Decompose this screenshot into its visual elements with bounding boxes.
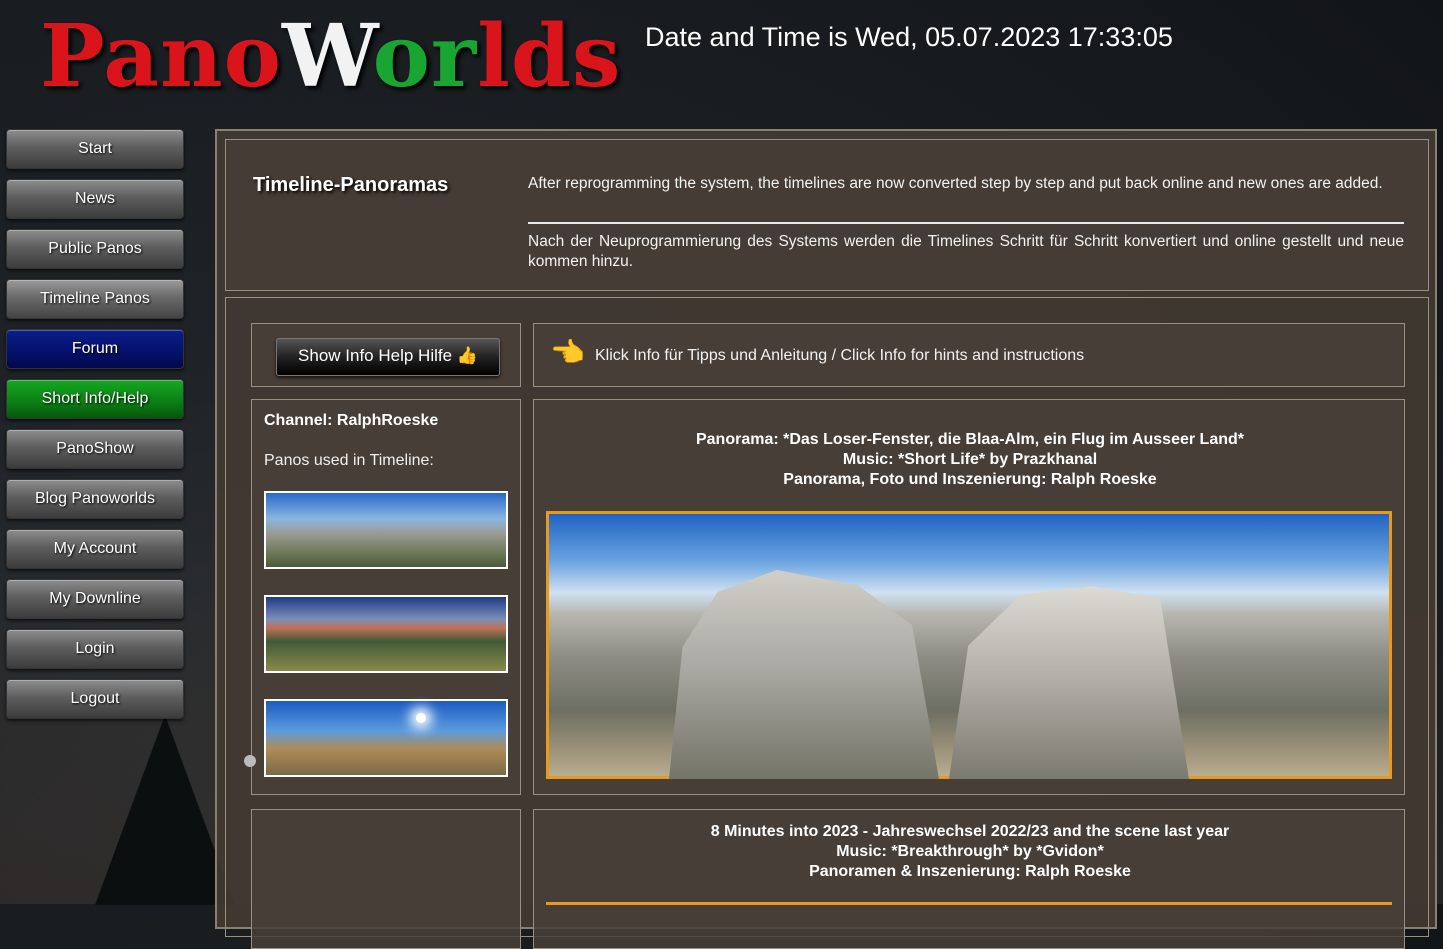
nav-public-panos[interactable]: Public Panos [6, 229, 184, 269]
panorama-music: Music: *Breakthrough* by *Gvidon* [836, 843, 1104, 860]
sidebar-nav: Start News Public Panos Timeline Panos F… [6, 129, 184, 729]
panorama-image-top-edge[interactable] [546, 902, 1392, 910]
logo-part-lds: lds [477, 6, 622, 107]
pano-thumbnail[interactable] [264, 491, 508, 569]
channel-panel: Channel: RalphRoeske Panos used in Timel… [251, 399, 521, 795]
nav-login[interactable]: Login [6, 629, 184, 669]
logo-part-pano: Pano [40, 6, 282, 107]
nav-timeline-panos[interactable]: Timeline Panos [6, 279, 184, 319]
sun-glare [416, 713, 426, 723]
panorama-panel-2: 8 Minutes into 2023 - Jahreswechsel 2022… [533, 809, 1405, 949]
info-button-panel: Show Info Help Hilfe 👍 [251, 323, 521, 387]
header-divider [528, 222, 1404, 224]
header-text-de: Nach der Neuprogrammierung des Systems w… [528, 233, 1404, 270]
panorama-panel: Panorama: *Das Loser-Fenster, die Blaa-A… [533, 399, 1405, 795]
scroll-indicator[interactable] [244, 755, 256, 767]
panos-used-label: Panos used in Timeline: [264, 452, 434, 469]
panorama-credits: Panorama, Foto und Inszenierung: Ralph R… [783, 471, 1157, 488]
nav-my-account[interactable]: My Account [6, 529, 184, 569]
hint-text: Klick Info für Tipps und Anleitung / Cli… [595, 347, 1085, 364]
panorama-music: Music: *Short Life* by Prazkhanal [842, 451, 1098, 468]
logo-part-w: W [281, 6, 373, 107]
pano-thumbnail[interactable] [264, 595, 508, 673]
pointing-hand-icon: 👈 [550, 337, 585, 368]
page-title: Timeline-Panoramas [253, 174, 449, 196]
nav-news[interactable]: News [6, 179, 184, 219]
hint-panel: 👈 Klick Info für Tipps und Anleitung / C… [533, 323, 1405, 387]
nav-short-info-help[interactable]: Short Info/Help [6, 379, 184, 419]
logo-part-or: or [372, 6, 478, 107]
rock-formation [949, 586, 1189, 779]
header-text-en: After reprogramming the system, the time… [528, 175, 1383, 192]
panorama-credits: Panoramen & Inszenierung: Ralph Roeske [809, 863, 1131, 880]
timeline-content: Show Info Help Hilfe 👍 👈 Klick Info für … [225, 297, 1429, 949]
pano-thumbnail[interactable] [264, 699, 508, 777]
show-info-help-button[interactable]: Show Info Help Hilfe 👍 [276, 338, 500, 376]
nav-logout[interactable]: Logout [6, 679, 184, 719]
panorama-title: Panorama: *Das Loser-Fenster, die Blaa-A… [695, 431, 1244, 448]
channel-label: Channel: RalphRoeske [264, 412, 439, 429]
tree-silhouette [95, 715, 235, 905]
nav-my-downline[interactable]: My Downline [6, 579, 184, 619]
panorama-title: 8 Minutes into 2023 - Jahreswechsel 2022… [710, 823, 1230, 840]
nav-blog-panoworlds[interactable]: Blog Panoworlds [6, 479, 184, 519]
main-content: Timeline-Panoramas After reprogramming t… [215, 129, 1437, 949]
logo[interactable]: PanoWorlds [40, 14, 621, 100]
nav-forum[interactable]: Forum [6, 329, 184, 369]
rock-formation [669, 570, 939, 779]
nav-panoshow[interactable]: PanoShow [6, 429, 184, 469]
channel-panel-2 [251, 809, 521, 949]
nav-start[interactable]: Start [6, 129, 184, 169]
datetime-display: Date and Time is Wed, 05.07.2023 17:33:0… [645, 22, 1173, 52]
header-box: Timeline-Panoramas After reprogramming t… [225, 139, 1429, 291]
panorama-image[interactable] [546, 511, 1392, 779]
